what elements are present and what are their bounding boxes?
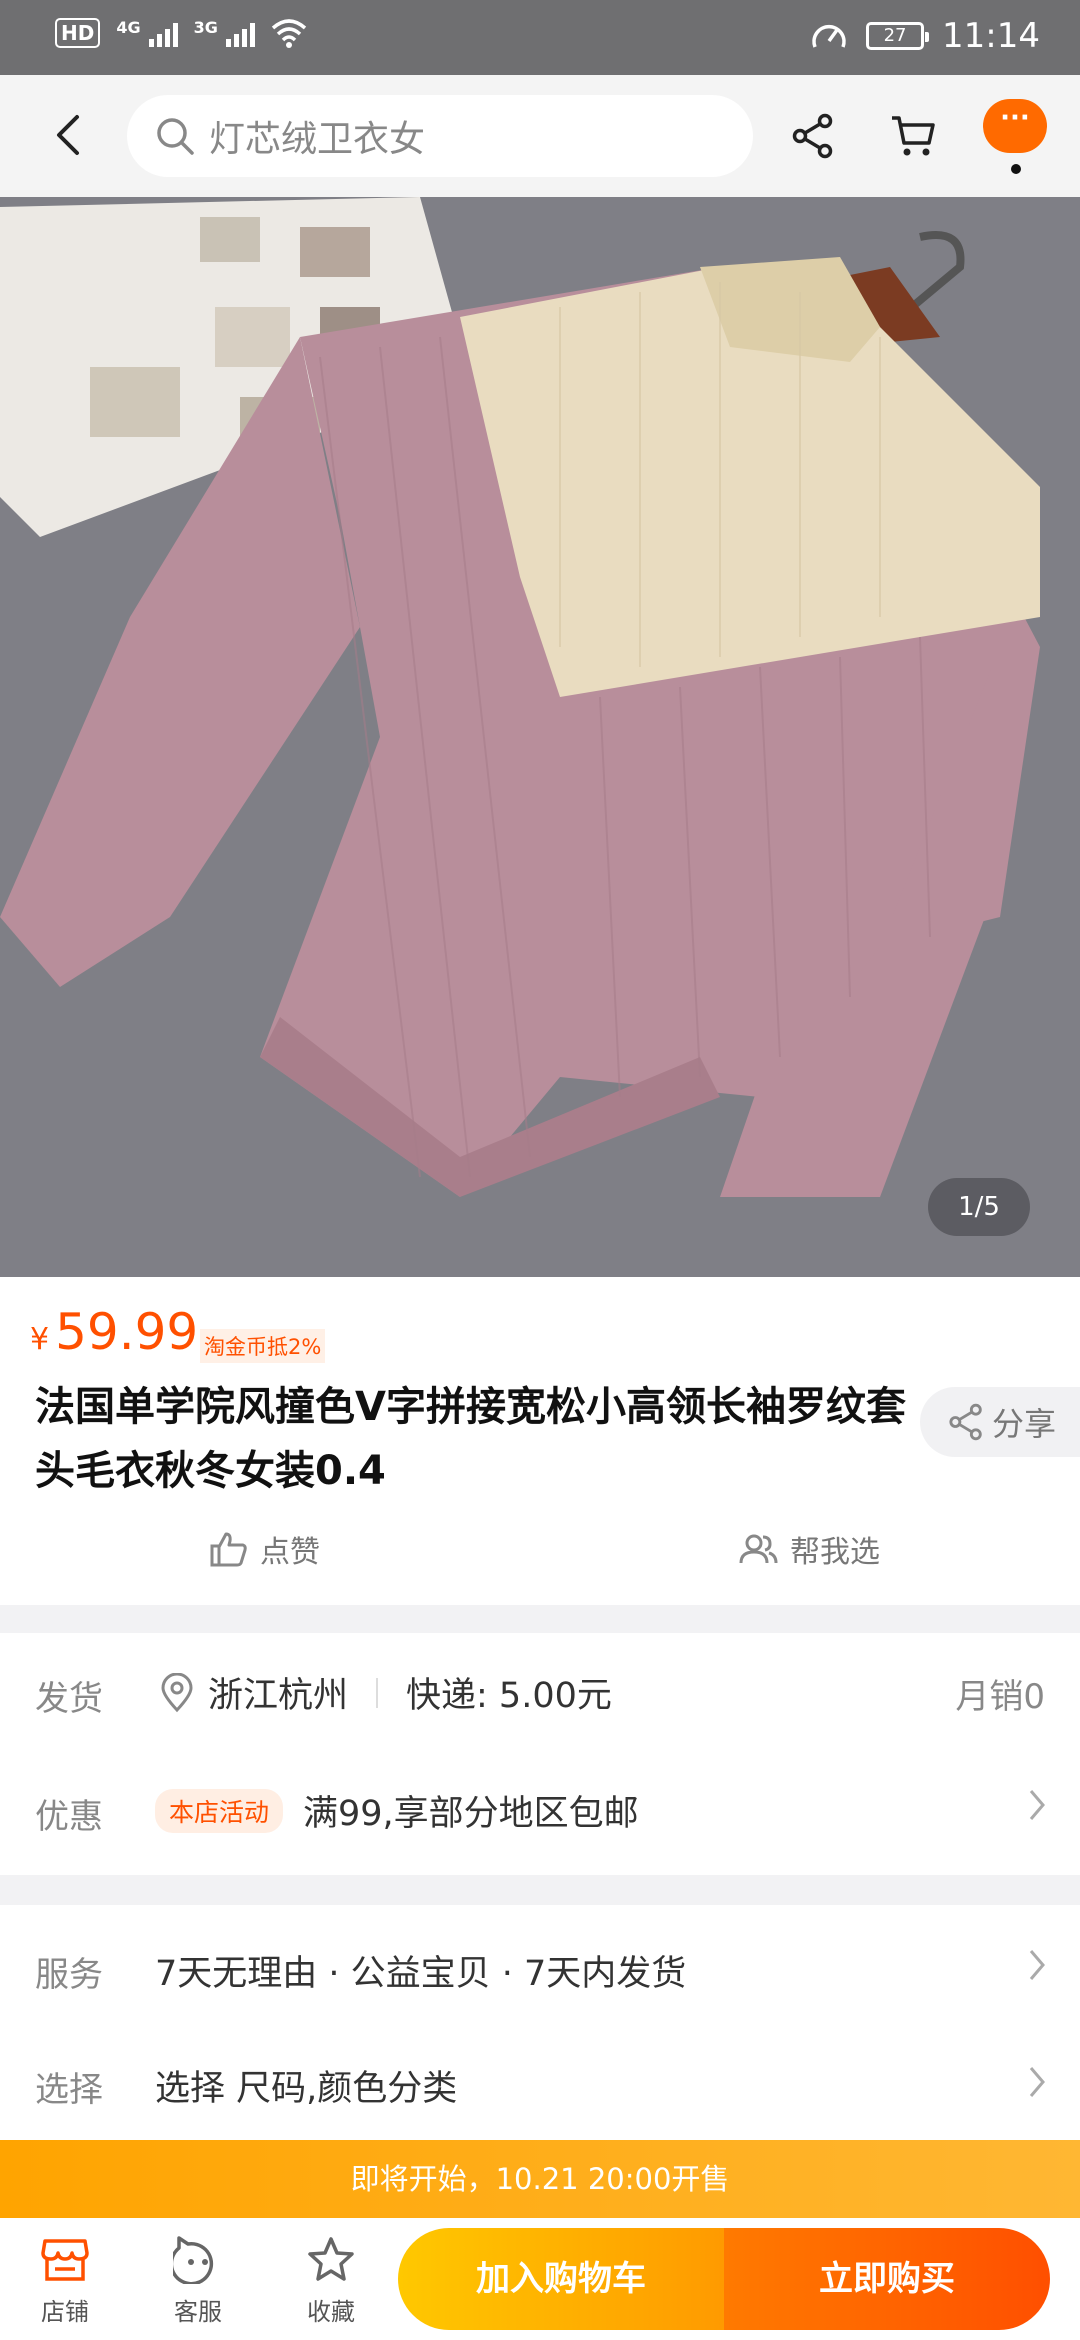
service-row[interactable]: 服务 7天无理由 · 公益宝贝 · 7天内发货: [0, 1905, 1080, 2020]
chevron-right-icon: [1022, 1945, 1052, 1985]
favorite-button[interactable]: 收藏: [281, 2232, 381, 2327]
price: ¥ 59.99: [30, 1303, 198, 1361]
promotion-text: 满99,享部分地区包邮: [303, 1794, 639, 1834]
clock: 11:14: [942, 16, 1040, 56]
delivery-location: 浙江杭州: [208, 1676, 349, 1716]
chevron-left-icon: [57, 115, 79, 155]
service-text: 7天无理由 · 公益宝贝 · 7天内发货: [155, 1954, 687, 1994]
network-3g-label: 3G: [193, 18, 218, 37]
sweater-photo: [0, 197, 1080, 1277]
add-to-cart-button[interactable]: 加入购物车: [398, 2228, 724, 2330]
options-text: 选择 尺码,颜色分类: [155, 2069, 458, 2109]
signal-icon-1: [148, 19, 178, 47]
store-icon: [41, 2239, 89, 2281]
notification-dot: [1011, 164, 1021, 174]
wifi-icon: [271, 19, 307, 48]
search-icon: [157, 118, 194, 155]
share-label: 分享: [992, 1405, 1057, 1443]
options-row[interactable]: 选择 选择 尺码,颜色分类: [0, 2020, 1080, 2140]
share-icon: [949, 1403, 982, 1441]
chevron-right-icon: [1022, 1785, 1052, 1825]
monthly-sales: 月销0: [955, 1677, 1045, 1717]
price-value: 59.99: [55, 1303, 199, 1361]
top-nav: 灯芯绒卫衣女 ···: [0, 75, 1080, 197]
service-options-card: 服务 7天无理由 · 公益宝贝 · 7天内发货 选择 选择 尺码,颜色分类: [0, 1905, 1080, 2140]
help-choose-button[interactable]: 帮我选: [738, 1527, 880, 1571]
share-button-header[interactable]: [780, 103, 846, 169]
promotion-content: 本店活动 满99,享部分地区包邮: [155, 1785, 639, 1836]
product-info-card: ¥ 59.99 淘金币抵2% 法国单学院风撞色V字拼接宽松小高领长袖罗纹套头毛衣…: [0, 1277, 1080, 1605]
product-title: 法国单学院风撞色V字拼接宽松小高领长袖罗纹套头毛衣秋冬女装0.4: [35, 1384, 906, 1494]
share-icon: [792, 113, 833, 159]
delivery-label: 发货: [35, 1679, 103, 1719]
help-choose-label: 帮我选: [790, 1535, 880, 1570]
presale-banner: 即将开始，10.21 20:00开售: [0, 2140, 1080, 2218]
location-pin-icon: [161, 1672, 193, 1712]
search-input[interactable]: 灯芯绒卫衣女: [127, 95, 753, 177]
like-button[interactable]: 点赞: [210, 1527, 320, 1571]
store-button[interactable]: 店铺: [15, 2232, 115, 2327]
more-button[interactable]: ···: [983, 99, 1047, 153]
chat-icon: [173, 2236, 214, 2284]
divider: [376, 1677, 379, 1708]
search-placeholder: 灯芯绒卫衣女: [209, 119, 426, 160]
users-icon: [739, 1534, 778, 1564]
delivery-row: 浙江杭州 快递: 5.00元: [160, 1667, 612, 1718]
promotion-tag: 本店活动: [155, 1788, 284, 1833]
cart-icon: [892, 116, 935, 156]
shipping-fee: 快递: 5.00元: [406, 1676, 612, 1716]
hd-icon: HD: [55, 18, 101, 48]
customer-service-label: 客服: [174, 2298, 222, 2326]
chevron-right-icon: [1022, 2062, 1052, 2102]
options-label: 选择: [35, 2070, 103, 2110]
coin-discount-tag: 淘金币抵2%: [200, 1329, 326, 1363]
status-bar: HD 4G 3G 27 11:14: [0, 0, 1080, 75]
signal-icon-2: [225, 19, 255, 47]
store-label: 店铺: [41, 2298, 89, 2326]
image-counter: 1/5: [928, 1178, 1030, 1236]
delivery-promo-card: 发货 浙江杭州 快递: 5.00元 月销0 优惠 本店活动 满99,享部分地区包…: [0, 1633, 1080, 1875]
favorite-label: 收藏: [307, 2298, 355, 2326]
product-image[interactable]: [0, 197, 1080, 1277]
service-label: 服务: [35, 1955, 103, 1995]
thumbs-up-icon: [210, 1532, 247, 1567]
like-label: 点赞: [260, 1535, 320, 1570]
promotion-row[interactable]: 优惠 本店活动 满99,享部分地区包邮: [0, 1755, 1080, 1865]
share-button[interactable]: 分享: [920, 1387, 1080, 1457]
customer-service-button[interactable]: 客服: [148, 2232, 248, 2327]
network-4g-label: 4G: [116, 18, 141, 37]
bottom-action-bar: 店铺 客服 收藏 加入购物车 立即购买: [0, 2218, 1080, 2340]
cart-button-header[interactable]: [880, 103, 946, 169]
status-left: HD 4G 3G: [55, 18, 307, 48]
back-button[interactable]: [38, 105, 98, 165]
speed-icon: [812, 24, 846, 48]
buy-now-button[interactable]: 立即购买: [724, 2228, 1050, 2330]
promotion-label: 优惠: [35, 1797, 103, 1837]
price-currency: ¥: [30, 1322, 50, 1357]
status-right: 27 11:14: [810, 16, 1040, 56]
battery-icon: 27: [866, 22, 930, 50]
star-icon: [308, 2237, 354, 2281]
